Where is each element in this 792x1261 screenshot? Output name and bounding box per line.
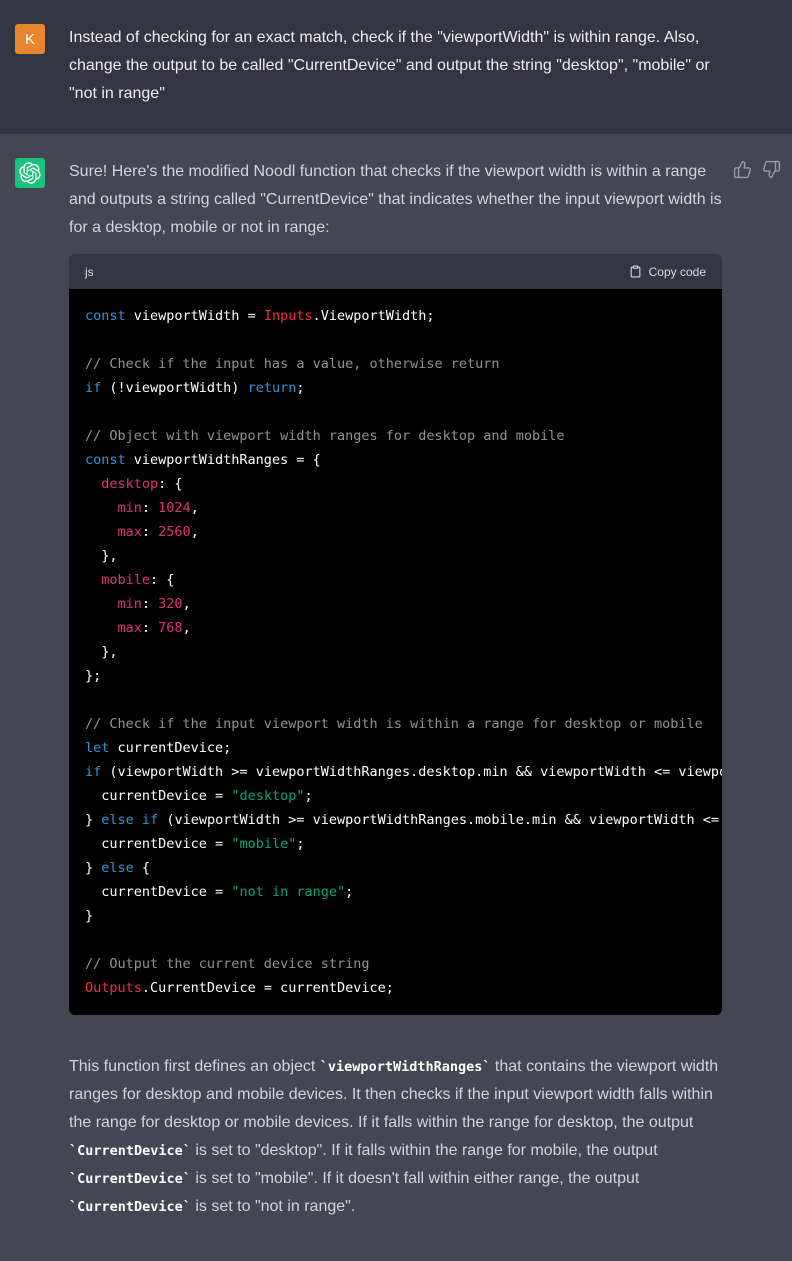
thumbs-down-button[interactable] xyxy=(762,160,781,179)
feedback-buttons xyxy=(733,160,781,179)
openai-logo-icon xyxy=(19,162,41,184)
thumbs-up-button[interactable] xyxy=(733,160,752,179)
code-language-label: js xyxy=(85,265,94,279)
code-block: js Copy code const viewportWidth = Input… xyxy=(69,254,722,1015)
assistant-avatar xyxy=(15,158,45,188)
code-block-header: js Copy code xyxy=(69,254,722,289)
user-avatar: K xyxy=(15,24,45,54)
copy-code-label: Copy code xyxy=(649,265,706,279)
user-avatar-letter: K xyxy=(25,31,35,48)
clipboard-icon xyxy=(629,264,642,279)
copy-code-button[interactable]: Copy code xyxy=(629,264,706,279)
user-message: K Instead of checking for an exact match… xyxy=(0,0,792,133)
code-content: const viewportWidth = Inputs.ViewportWid… xyxy=(69,289,722,1015)
user-message-text: Instead of checking for an exact match, … xyxy=(69,24,722,108)
assistant-message: Sure! Here's the modified Noodl function… xyxy=(0,133,792,1261)
assistant-intro-text: Sure! Here's the modified Noodl function… xyxy=(69,158,722,242)
assistant-outro: This function first defines an object `v… xyxy=(69,1053,722,1221)
